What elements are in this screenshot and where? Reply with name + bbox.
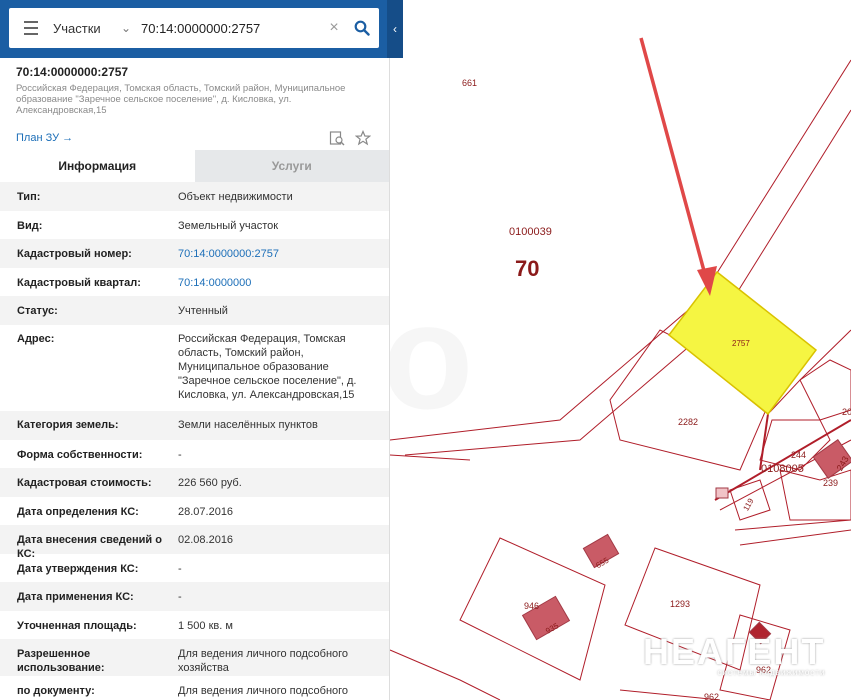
chevron-down-icon[interactable]: ⌄ [111,21,141,35]
info-value: 28.07.2016 [178,506,234,518]
info-value: - [178,591,182,603]
plan-link[interactable]: План ЗУ → [16,132,73,144]
info-value: 02.08.2016 [178,534,234,546]
cadastral-quarter-link[interactable]: 70:14:0000000 [178,276,389,296]
info-value: Земельный участок [178,220,279,232]
search-box: Участки ⌄ × [9,8,379,48]
parcel-239-outline [779,469,851,521]
label-20: 20 [842,407,851,417]
info-row-cadastral-quarter: Кадастровый квартал: 70:14:0000000 [0,268,389,296]
label-661: 661 [462,78,477,88]
search-icon[interactable] [345,8,379,48]
search-input[interactable] [141,20,323,36]
boundary-road-3 [734,519,851,531]
boundary-road-4 [739,529,851,546]
info-row-kind: Вид: Земельный участок [0,211,389,239]
info-row-cost-application-date: Дата применения КС: - [0,582,389,611]
info-row-area: Уточненная площадь: 1 500 кв. м [0,611,389,639]
map-boundary-north-2 [404,109,851,456]
info-key: Тип: [17,191,41,203]
info-row-cost-approval-date: Дата утверждения КС: - [0,554,389,582]
collapse-panel-icon[interactable]: ‹ [387,0,403,58]
info-value: Для ведения личного подсобного [178,685,349,697]
search-doc-icon[interactable] [329,130,345,151]
info-key: Дата утверждения КС: [17,563,139,575]
info-key: Категория земель: [17,419,119,431]
label-946: 946 [524,601,539,611]
info-row-type: Тип: Объект недвижимости [0,182,389,211]
info-row-ownership: Форма собственности: - [0,440,389,468]
info-value: - [178,563,182,575]
label-119: 119 [741,496,755,512]
object-info-panel: 70:14:0000000:2757 Российская Федерация,… [0,58,390,700]
star-icon[interactable] [354,129,372,151]
info-row-cost-entry-date: Дата внесения сведений о КС: 02.08.2016 [0,525,389,560]
cadastral-number-link[interactable]: 70:14:0000000:2757 [178,247,389,268]
info-value: Для ведения личного подсобного хозяйства [178,648,349,674]
info-key: Дата применения КС: [17,591,134,603]
arrow-icon [639,37,717,296]
label-239: 239 [823,478,838,488]
menu-icon[interactable] [9,8,53,48]
info-key: Адрес: [17,333,55,345]
info-value: Российская Федерация, Томская область, Т… [178,333,357,401]
info-key: Дата внесения сведений о КС: [17,534,162,560]
tab-services[interactable]: Услуги [194,150,389,182]
object-title: 70:14:0000000:2757 [16,65,129,79]
info-row-cadastral-number: Кадастровый номер: 70:14:0000000:2757 [0,239,389,268]
info-key: Разрешенное использование: [17,648,105,674]
info-key: Форма собственности: [17,449,143,461]
info-key: по документу: [17,685,95,697]
brand-watermark: НЕАГЕНТ системы недвижимости [643,631,826,678]
info-value: Учтенный [178,305,228,317]
info-table: Тип: Объект недвижимости Вид: Земельный … [0,182,389,700]
label-2282: 2282 [678,417,698,427]
info-key: Дата определения КС: [17,506,139,518]
label-region-70: 70 [515,256,539,281]
label-2757: 2757 [732,339,750,348]
search-toolbar: Участки ⌄ × ‹ [0,0,403,58]
info-row-land-category: Категория земель: Земли населённых пункт… [0,411,389,440]
search-type-select[interactable]: Участки [53,21,111,36]
map-boundary-left [389,454,471,461]
label-962b: 962 [704,692,719,700]
building-strip [715,487,729,499]
info-value: 226 560 руб. [178,477,242,489]
info-key: Статус: [17,305,58,317]
label-244: 244 [791,450,806,460]
object-actions [329,129,372,151]
panel-tabs: Информация Услуги [0,150,389,182]
object-address: Российская Федерация, Томская область, Т… [16,83,346,116]
info-row-cost-date: Дата определения КС: 28.07.2016 [0,497,389,525]
parcel-lower-left [389,649,501,700]
info-row-status: Статус: Учтенный [0,296,389,325]
info-row-by-document: по документу: Для ведения личного подсоб… [0,676,389,700]
info-key: Кадастровая стоимость: [17,477,152,489]
label-1293: 1293 [670,599,690,609]
info-row-permitted-use: Разрешенное использование: Для ведения л… [0,639,389,676]
info-value: 1 500 кв. м [178,620,233,632]
label-block-0100039: 0100039 [509,226,552,238]
tab-information[interactable]: Информация [0,150,195,182]
object-header: 70:14:0000000:2757 Российская Федерация,… [0,58,389,150]
watermark-brand: НЕАГЕНТ [643,631,826,672]
info-key: Вид: [17,220,43,232]
info-key: Кадастровый номер: [17,248,132,260]
info-row-address: Адрес: Российская Федерация, Томская обл… [0,325,389,411]
info-value: Земли населённых пунктов [178,419,318,431]
label-block-0108005: 0108005 [761,463,804,475]
info-row-cadastral-cost: Кадастровая стоимость: 226 560 руб. [0,468,389,497]
close-icon[interactable]: × [323,19,345,37]
info-value: - [178,449,182,461]
info-key: Кадастровый квартал: [17,277,141,289]
info-key: Уточненная площадь: [17,620,137,632]
info-value: Объект недвижимости [178,191,293,203]
